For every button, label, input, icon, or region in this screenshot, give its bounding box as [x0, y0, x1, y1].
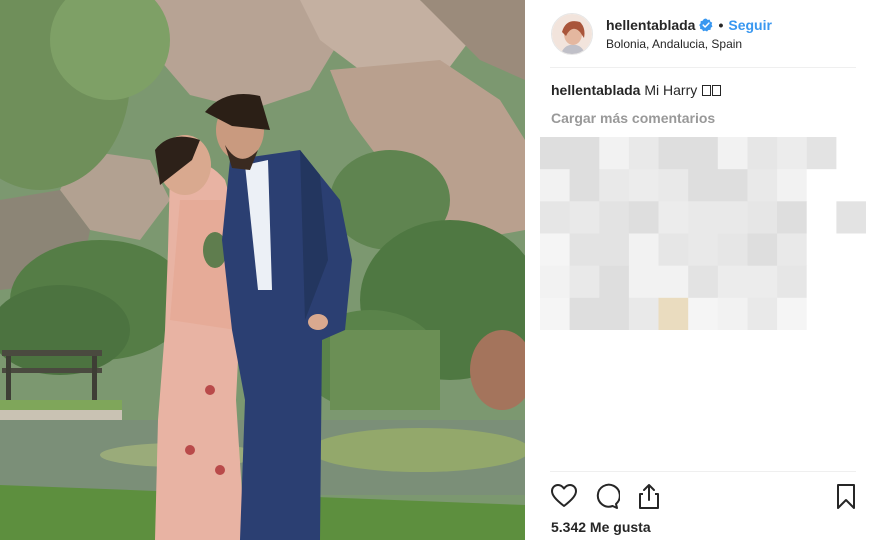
username-link[interactable]: hellentablada — [606, 16, 695, 34]
comment-button[interactable] — [592, 482, 621, 510]
pixel-tile — [540, 265, 571, 299]
likes-count[interactable]: 5.342 Me gusta — [551, 518, 651, 536]
pixel-tile — [628, 265, 659, 299]
pixel-tile — [628, 137, 659, 170]
pixel-tile — [599, 137, 630, 170]
post-side-panel: hellentablada • Seguir Bolonia, Andaluci… — [525, 0, 875, 540]
pixel-tile — [717, 137, 748, 170]
pixel-tile — [806, 201, 837, 234]
missing-glyph-icon — [702, 85, 712, 96]
pixel-tile — [628, 233, 659, 267]
pixel-tile — [747, 233, 778, 267]
like-button[interactable] — [550, 482, 578, 510]
header-divider — [550, 67, 856, 68]
pixel-tile — [836, 201, 867, 234]
pixel-tile — [569, 169, 600, 202]
pixel-tile — [747, 137, 778, 170]
pixel-tile — [747, 297, 778, 331]
pixel-tile — [836, 265, 867, 299]
post-photo[interactable] — [0, 0, 525, 540]
post-header: hellentablada • Seguir Bolonia, Andaluci… — [551, 4, 855, 64]
missing-glyph-icon — [712, 85, 722, 96]
pixel-tile — [806, 265, 837, 299]
pixel-tile — [747, 169, 778, 202]
pixel-tile — [599, 233, 630, 267]
pixel-tile — [688, 201, 719, 234]
avatar[interactable] — [551, 13, 593, 55]
pixel-tile — [658, 137, 689, 170]
header-line: hellentablada • Seguir — [606, 16, 772, 34]
pixel-tile — [836, 233, 867, 267]
pixel-tile — [688, 265, 719, 299]
pixelated-comments — [540, 137, 867, 331]
pixel-tile — [688, 137, 719, 170]
pixel-tile — [569, 297, 600, 331]
post-image — [0, 0, 525, 540]
pixel-tile — [658, 201, 689, 234]
pixelated-comments-image — [540, 137, 867, 331]
pixel-tile — [747, 201, 778, 234]
pixel-tile — [717, 233, 748, 267]
pixel-tile — [836, 169, 867, 202]
pixel-tile — [806, 137, 837, 170]
pixel-tile — [777, 169, 808, 202]
save-button[interactable] — [832, 482, 860, 510]
pixel-tile — [628, 201, 659, 234]
action-bar — [550, 482, 860, 512]
pixel-tile — [717, 201, 748, 234]
pixel-tile — [628, 169, 659, 202]
caption-text: Mi Harry — [644, 82, 698, 98]
pixel-tile — [806, 233, 837, 267]
post-caption: hellentablada Mi Harry — [551, 80, 722, 100]
pixel-tile — [599, 201, 630, 234]
pixel-tile — [806, 297, 837, 331]
pixel-tile — [717, 297, 748, 331]
pixel-tile — [688, 297, 719, 331]
avatar-image — [552, 14, 592, 54]
share-button[interactable] — [635, 482, 663, 510]
pixel-tile — [658, 265, 689, 299]
pixel-tile — [599, 297, 630, 331]
pixel-tile — [688, 169, 719, 202]
pixel-tile — [540, 297, 571, 331]
comment-icon — [596, 483, 621, 509]
pixel-tile — [628, 297, 659, 331]
header-text: hellentablada • Seguir Bolonia, Andaluci… — [606, 16, 772, 52]
caption-username[interactable]: hellentablada — [551, 82, 640, 98]
pixel-tile — [717, 265, 748, 299]
pixel-tile — [540, 201, 571, 234]
pixel-tile — [569, 265, 600, 299]
pixel-tile — [747, 265, 778, 299]
pixel-tile — [658, 169, 689, 202]
pixel-tile — [688, 233, 719, 267]
location-link[interactable]: Bolonia, Andalucia, Spain — [606, 37, 772, 52]
pixel-tile — [569, 201, 600, 234]
follow-button[interactable]: Seguir — [728, 16, 772, 34]
pixel-tile — [806, 169, 837, 202]
pixel-tile — [540, 233, 571, 267]
pixel-tile — [658, 233, 689, 267]
pixel-tile — [599, 169, 630, 202]
pixel-tile — [540, 137, 571, 170]
actions-divider — [550, 471, 856, 472]
pixel-tile — [777, 297, 808, 331]
pixel-tile — [777, 137, 808, 170]
pixel-tile — [777, 233, 808, 267]
pixel-tile — [658, 297, 689, 331]
verified-badge-icon — [699, 18, 713, 32]
bookmark-icon — [837, 484, 855, 509]
pixel-tile — [836, 297, 867, 331]
load-more-comments-link[interactable]: Cargar más comentarios — [551, 108, 715, 128]
share-icon — [639, 484, 659, 509]
pixel-tile — [599, 265, 630, 299]
separator-dot: • — [718, 17, 724, 33]
pixel-tile — [777, 265, 808, 299]
pixel-tile — [777, 201, 808, 234]
pixel-tile — [836, 137, 867, 170]
heart-icon — [551, 484, 577, 507]
pixel-tile — [569, 137, 600, 170]
pixel-tile — [540, 169, 571, 202]
pixel-tile — [569, 233, 600, 267]
pixel-tile — [717, 169, 748, 202]
